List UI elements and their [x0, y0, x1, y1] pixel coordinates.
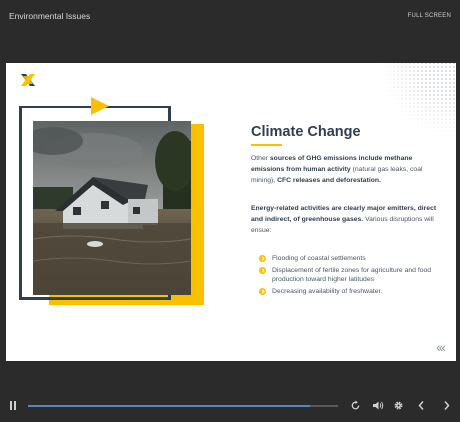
list-item: Displacement of fertile zones for agricu… — [259, 266, 449, 285]
play-triangle-decoration — [91, 97, 109, 115]
paragraph-energy: Energy-related activities are clearly ma… — [251, 205, 437, 234]
previous-chevrons-icon[interactable]: ‹‹‹ — [436, 339, 446, 355]
pause-button[interactable] — [9, 401, 17, 410]
previous-slide-icon[interactable] — [417, 400, 426, 411]
player-controls — [0, 398, 460, 418]
next-slide-icon[interactable] — [442, 400, 451, 411]
slide: Climate Change Other sources of GHG emis… — [6, 63, 456, 361]
list-item: Flooding of coastal settlements — [259, 254, 449, 264]
progress-fill — [28, 405, 311, 407]
check-circle-icon — [259, 255, 266, 262]
flooded-house-image — [33, 121, 191, 295]
dot-pattern-decoration — [380, 63, 456, 137]
settings-gear-icon[interactable] — [393, 400, 404, 411]
fullscreen-button[interactable]: FULL SCREEN — [408, 13, 451, 19]
slide-heading: Climate Change — [251, 124, 361, 140]
check-circle-icon — [259, 266, 266, 274]
paragraph-sources: Other sources of GHG emissions include m… — [251, 155, 423, 184]
progress-bar[interactable] — [28, 405, 338, 407]
course-title: Environmental Issues — [9, 11, 91, 21]
disruptions-list: Flooding of coastal settlements Displace… — [259, 254, 449, 298]
check-circle-icon — [259, 287, 266, 295]
replay-icon[interactable] — [350, 400, 361, 411]
volume-icon[interactable] — [372, 400, 384, 411]
top-bar: Environmental Issues FULL SCREEN — [0, 0, 460, 34]
list-item: Decreasing availability of freshwater. — [259, 287, 449, 297]
heading-underline — [251, 144, 282, 146]
logo-icon — [21, 74, 35, 86]
